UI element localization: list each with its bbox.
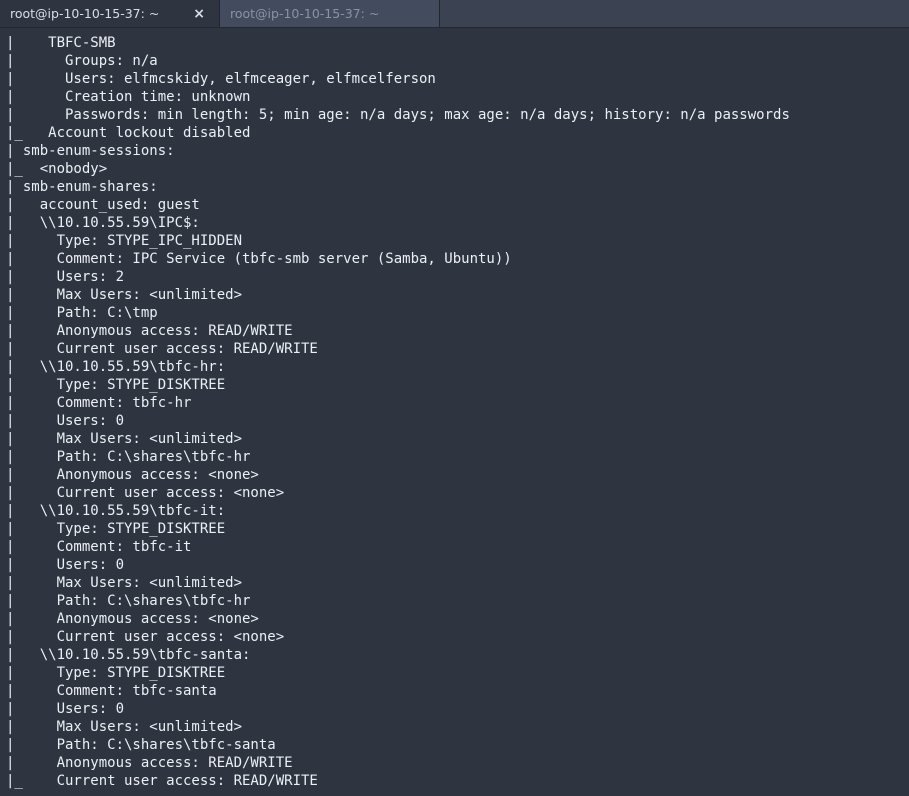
tab-label: root@ip-10-10-15-37: ~ — [10, 6, 159, 21]
tab-bar: root@ip-10-10-15-37: ~ × root@ip-10-10-1… — [0, 0, 909, 28]
tab-terminal-1[interactable]: root@ip-10-10-15-37: ~ × — [0, 0, 220, 27]
tab-terminal-2[interactable]: root@ip-10-10-15-37: ~ — [220, 0, 440, 27]
terminal-output[interactable]: | TBFC-SMB | Groups: n/a | Users: elfmcs… — [0, 28, 909, 796]
close-icon[interactable]: × — [189, 5, 209, 23]
tab-label: root@ip-10-10-15-37: ~ — [230, 6, 379, 21]
